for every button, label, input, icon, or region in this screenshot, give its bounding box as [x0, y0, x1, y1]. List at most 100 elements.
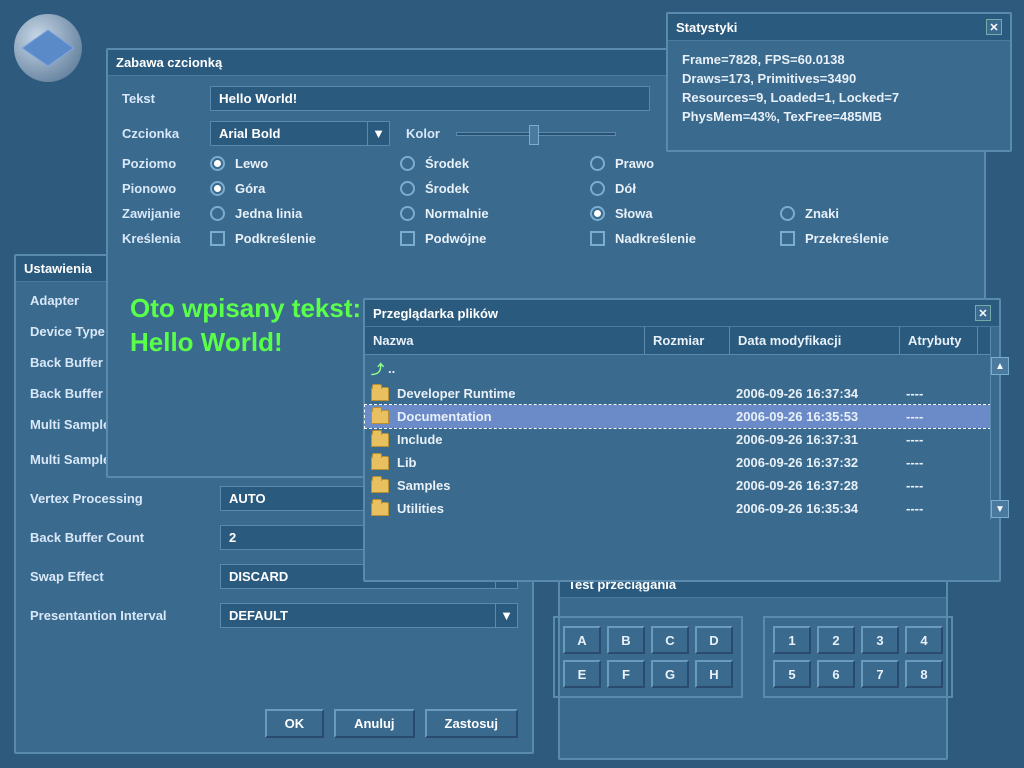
file-name: Lib: [397, 455, 417, 470]
letter-cell[interactable]: C: [651, 626, 689, 654]
radio-option[interactable]: Znaki: [780, 206, 970, 221]
file-name: Documentation: [397, 409, 492, 424]
number-cell[interactable]: 7: [861, 660, 899, 688]
radio-icon[interactable]: [400, 206, 415, 221]
text-input[interactable]: [210, 86, 650, 111]
radio-option[interactable]: Dół: [590, 181, 780, 196]
folder-icon: [371, 410, 389, 424]
folder-icon: [371, 387, 389, 401]
radio-icon[interactable]: [780, 206, 795, 221]
number-cell[interactable]: 8: [905, 660, 943, 688]
file-attr: ----: [906, 432, 984, 447]
folder-icon: [371, 479, 389, 493]
browser-title: Przeglądarka plików: [373, 306, 498, 321]
radio-icon[interactable]: [400, 181, 415, 196]
radio-icon[interactable]: [400, 156, 415, 171]
stats-line: Resources=9, Loaded=1, Locked=7: [682, 89, 996, 108]
number-cell[interactable]: 3: [861, 626, 899, 654]
number-cell[interactable]: 1: [773, 626, 811, 654]
number-cell[interactable]: 2: [817, 626, 855, 654]
radio-icon[interactable]: [590, 156, 605, 171]
option-label: Lewo: [235, 156, 268, 171]
radio-icon[interactable]: [210, 181, 225, 196]
file-row[interactable]: Utilities2006-09-26 16:35:34----: [365, 497, 990, 520]
checkbox-option[interactable]: Przekreślenie: [780, 231, 970, 246]
setting-label: Back Buffer Count: [30, 530, 220, 545]
drag-window: Test przeciągania ABCDEFGH 12345678: [558, 570, 948, 760]
radio-option[interactable]: Prawo: [590, 156, 780, 171]
checkbox-option[interactable]: Podwójne: [400, 231, 590, 246]
setting-dropdown[interactable]: DEFAULT▼: [220, 603, 518, 628]
checkbox-icon[interactable]: [400, 231, 415, 246]
number-cell[interactable]: 4: [905, 626, 943, 654]
letter-cell[interactable]: G: [651, 660, 689, 688]
file-row[interactable]: Documentation 2006-09-26 16:35:53----: [365, 405, 990, 428]
file-date: 2006-09-26 16:37:32: [736, 455, 906, 470]
checkbox-icon[interactable]: [780, 231, 795, 246]
checkbox-icon[interactable]: [590, 231, 605, 246]
letter-cell[interactable]: F: [607, 660, 645, 688]
radio-icon[interactable]: [210, 206, 225, 221]
radio-option[interactable]: Lewo: [210, 156, 400, 171]
cancel-button[interactable]: Anuluj: [334, 709, 414, 738]
radio-icon[interactable]: [210, 156, 225, 171]
radio-icon[interactable]: [590, 206, 605, 221]
letter-cell[interactable]: B: [607, 626, 645, 654]
color-slider[interactable]: [456, 132, 616, 136]
checkbox-icon[interactable]: [210, 231, 225, 246]
scroll-down-icon[interactable]: ▼: [991, 500, 1009, 518]
letter-cell[interactable]: D: [695, 626, 733, 654]
scroll-up-icon[interactable]: ▲: [991, 357, 1009, 375]
file-row[interactable]: Lib2006-09-26 16:37:32----: [365, 451, 990, 474]
number-cell[interactable]: 6: [817, 660, 855, 688]
chevron-down-icon[interactable]: ▼: [495, 604, 517, 627]
stats-titlebar[interactable]: Statystyki ✕: [668, 14, 1010, 41]
checkbox-option[interactable]: Nadkreślenie: [590, 231, 780, 246]
file-row[interactable]: Developer Runtime2006-09-26 16:37:34----: [365, 382, 990, 405]
option-label: Podwójne: [425, 231, 486, 246]
file-attr: ----: [906, 409, 984, 424]
letter-cell[interactable]: H: [695, 660, 733, 688]
letter-cell[interactable]: A: [563, 626, 601, 654]
file-attr: ----: [906, 501, 984, 516]
stats-line: Draws=173, Primitives=3490: [682, 70, 996, 89]
checkbox-option[interactable]: Podkreślenie: [210, 231, 400, 246]
option-label: Jedna linia: [235, 206, 302, 221]
slider-thumb[interactable]: [529, 125, 539, 145]
letter-cell[interactable]: E: [563, 660, 601, 688]
ok-button[interactable]: OK: [265, 709, 325, 738]
col-date[interactable]: Data modyfikacji: [730, 327, 900, 354]
wrap-label: Zawijanie: [122, 206, 210, 221]
apply-button[interactable]: Zastosuj: [425, 709, 518, 738]
browser-titlebar[interactable]: Przeglądarka plików ✕: [365, 300, 999, 327]
radio-icon[interactable]: [590, 181, 605, 196]
file-date: 2006-09-26 16:35:53: [736, 409, 906, 424]
option-label: Nadkreślenie: [615, 231, 696, 246]
file-row[interactable]: Samples2006-09-26 16:37:28----: [365, 474, 990, 497]
up-row[interactable]: ⤴ ..: [365, 355, 990, 382]
font-dropdown[interactable]: Arial Bold ▼: [210, 121, 390, 146]
radio-option[interactable]: Słowa: [590, 206, 780, 221]
col-name[interactable]: Nazwa: [365, 327, 645, 354]
option-label: Znaki: [805, 206, 839, 221]
file-row[interactable]: Include2006-09-26 16:37:31----: [365, 428, 990, 451]
option-label: Przekreślenie: [805, 231, 889, 246]
stats-window: Statystyki ✕ Frame=7828, FPS=60.0138Draw…: [666, 12, 1012, 152]
color-label: Kolor: [406, 126, 440, 141]
file-attr: ----: [906, 478, 984, 493]
option-label: Podkreślenie: [235, 231, 316, 246]
radio-option[interactable]: Normalnie: [400, 206, 590, 221]
radio-option[interactable]: Jedna linia: [210, 206, 400, 221]
radio-option[interactable]: Środek: [400, 181, 590, 196]
radio-option[interactable]: Góra: [210, 181, 400, 196]
chevron-down-icon[interactable]: ▼: [367, 122, 389, 145]
horiz-label: Poziomo: [122, 156, 210, 171]
number-cell[interactable]: 5: [773, 660, 811, 688]
file-attr: ----: [906, 386, 984, 401]
col-attr[interactable]: Atrybuty: [900, 327, 978, 354]
col-size[interactable]: Rozmiar: [645, 327, 730, 354]
close-icon[interactable]: ✕: [975, 305, 991, 321]
radio-option[interactable]: Środek: [400, 156, 590, 171]
text-label: Tekst: [122, 91, 210, 106]
close-icon[interactable]: ✕: [986, 19, 1002, 35]
